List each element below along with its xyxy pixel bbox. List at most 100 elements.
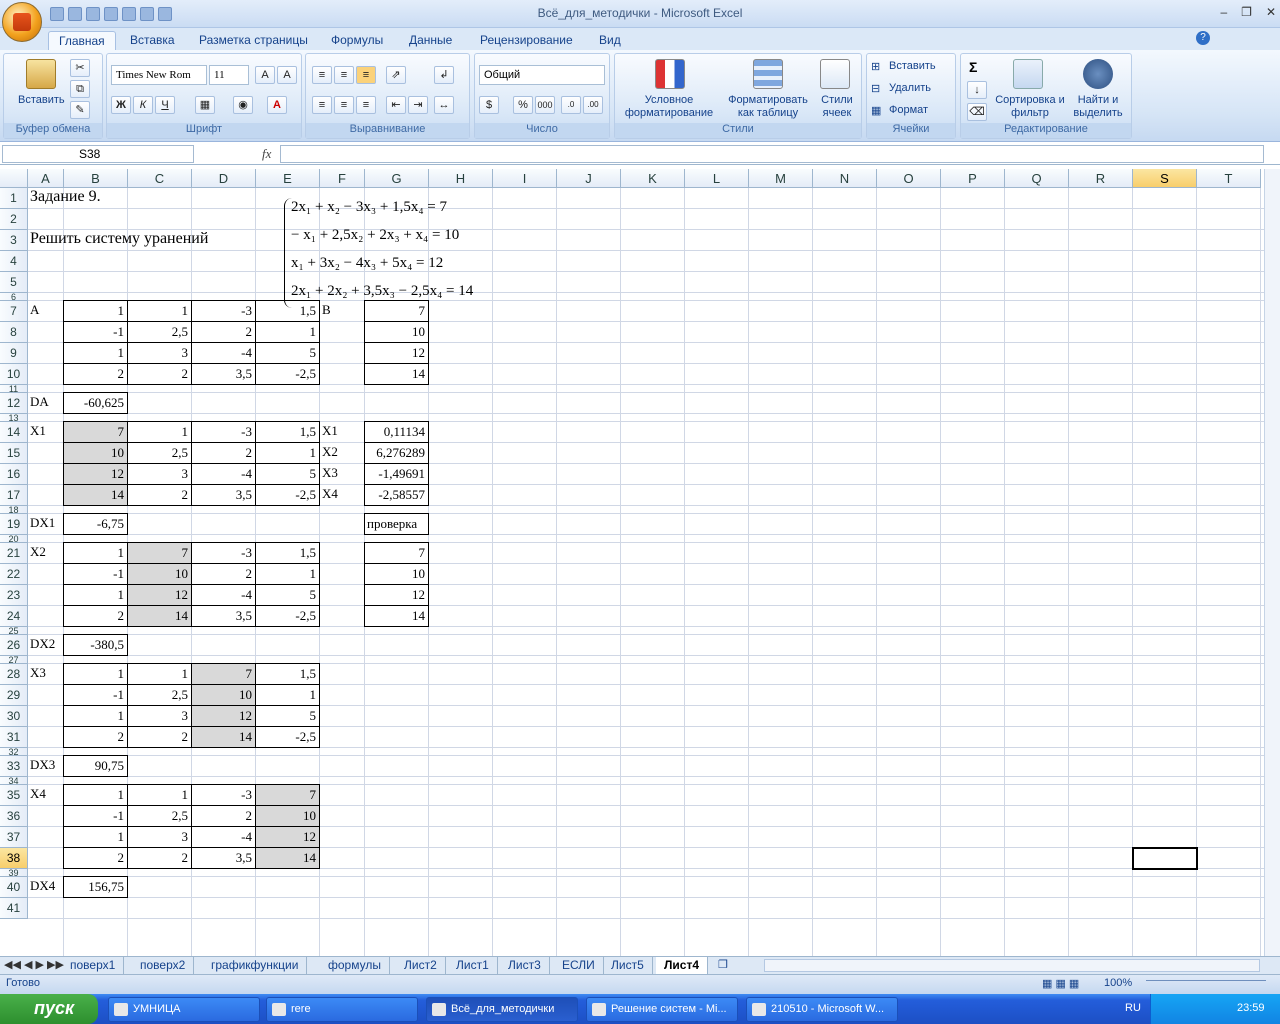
cell-e23[interactable]: 5	[255, 584, 320, 606]
bold-button[interactable]: Ж	[111, 96, 131, 114]
shrink-font-icon[interactable]: A	[277, 66, 297, 84]
cell-e16[interactable]: 5	[255, 463, 320, 485]
cell-b8[interactable]: -1	[63, 321, 128, 343]
cell-a7[interactable]: A	[27, 300, 64, 322]
percent-button[interactable]: %	[513, 96, 533, 114]
row-header-7[interactable]: 7	[0, 301, 28, 322]
insert-cells-button[interactable]: Вставить	[889, 60, 936, 72]
cell-e9[interactable]: 5	[255, 342, 320, 364]
column-header-p[interactable]: P	[941, 169, 1005, 188]
column-header-b[interactable]: B	[64, 169, 128, 188]
cell-b9[interactable]: 1	[63, 342, 128, 364]
cell-c35[interactable]: 1	[127, 784, 192, 806]
cell-b14[interactable]: 7	[63, 421, 128, 443]
cell-e15[interactable]: 1	[255, 442, 320, 464]
column-header-h[interactable]: H	[429, 169, 493, 188]
cell-b37[interactable]: 1	[63, 826, 128, 848]
cell-b24[interactable]: 2	[63, 605, 128, 627]
column-header-q[interactable]: Q	[1005, 169, 1069, 188]
align-middle-icon[interactable]: ≡	[334, 66, 354, 84]
cell-d37[interactable]: -4	[191, 826, 256, 848]
cell-g10[interactable]: 14	[364, 363, 429, 385]
cell-b23[interactable]: 1	[63, 584, 128, 606]
cell-c23[interactable]: 12	[127, 584, 192, 606]
column-header-c[interactable]: C	[128, 169, 192, 188]
cell-b26[interactable]: -380,5	[63, 634, 128, 656]
row-header-17[interactable]: 17	[0, 485, 28, 506]
sort-filter-icon[interactable]	[1013, 59, 1043, 89]
cell-d28[interactable]: 7	[191, 663, 256, 685]
cell-a26[interactable]: DX2	[27, 634, 64, 656]
cell-a40[interactable]: DX4	[27, 876, 64, 898]
align-right-icon[interactable]: ≡	[356, 96, 376, 114]
column-header-m[interactable]: M	[749, 169, 813, 188]
cell-e8[interactable]: 1	[255, 321, 320, 343]
row-header-3[interactable]: 3	[0, 230, 28, 251]
align-center-icon[interactable]: ≡	[334, 96, 354, 114]
row-header-8[interactable]: 8	[0, 322, 28, 343]
cell-d24[interactable]: 3,5	[191, 605, 256, 627]
cell-f14[interactable]: X1	[319, 421, 365, 443]
zoom-level[interactable]: 100%	[1104, 977, 1132, 989]
cell-c16[interactable]: 3	[127, 463, 192, 485]
language-indicator[interactable]: RU	[1125, 1002, 1141, 1014]
cell-c10[interactable]: 2	[127, 363, 192, 385]
cell-b28[interactable]: 1	[63, 663, 128, 685]
view-buttons[interactable]: ▦ ▦ ▦	[1042, 977, 1079, 990]
column-header-r[interactable]: R	[1069, 169, 1133, 188]
row-header-9[interactable]: 9	[0, 343, 28, 364]
thousands-button[interactable]: 000	[535, 96, 555, 114]
row-header-4[interactable]: 4	[0, 251, 28, 272]
sheet-tab-5[interactable]: Лист1	[448, 957, 498, 974]
borders-icon[interactable]: ▦	[195, 96, 215, 114]
row-header-16[interactable]: 16	[0, 464, 28, 485]
cell-d23[interactable]: -4	[191, 584, 256, 606]
number-format-combo[interactable]: Общий	[479, 65, 605, 85]
cell-c22[interactable]: 10	[127, 563, 192, 585]
cell-b21[interactable]: 1	[63, 542, 128, 564]
cell-b7[interactable]: 1	[63, 300, 128, 322]
cell-a1[interactable]: Задание 9.	[27, 187, 287, 209]
row-header-18[interactable]: 18	[0, 506, 28, 514]
cell-e30[interactable]: 5	[255, 705, 320, 727]
cell-b36[interactable]: -1	[63, 805, 128, 827]
minimize-icon[interactable]: –	[1220, 5, 1227, 19]
cell-d35[interactable]: -3	[191, 784, 256, 806]
close-icon[interactable]: ✕	[1266, 5, 1276, 19]
clear-icon[interactable]: ⌫	[967, 103, 987, 121]
zoom-slider[interactable]	[1146, 980, 1266, 989]
decrease-indent-icon[interactable]: ⇤	[386, 96, 406, 114]
cell-f17[interactable]: X4	[319, 484, 365, 506]
cell-a12[interactable]: DA	[27, 392, 64, 414]
cell-c17[interactable]: 2	[127, 484, 192, 506]
cell-f7[interactable]: B	[319, 300, 365, 322]
tab-data[interactable]: Данные	[399, 31, 462, 50]
find-select-button[interactable]: Найти и выделить	[1065, 94, 1131, 120]
row-header-20[interactable]: 20	[0, 535, 28, 543]
taskbar-item-4[interactable]: 210510 - Microsoft W...	[746, 997, 898, 1022]
row-header-29[interactable]: 29	[0, 685, 28, 706]
row-header-36[interactable]: 36	[0, 806, 28, 827]
grow-font-icon[interactable]: A	[255, 66, 275, 84]
cell-b19[interactable]: -6,75	[63, 513, 128, 535]
column-header-g[interactable]: G	[365, 169, 429, 188]
cell-e29[interactable]: 1	[255, 684, 320, 706]
copy-icon[interactable]: ⧉	[70, 80, 90, 98]
sheet-tab-0[interactable]: поверх1	[62, 957, 125, 974]
cell-c38[interactable]: 2	[127, 847, 192, 869]
cell-g22[interactable]: 10	[364, 563, 429, 585]
cell-e38[interactable]: 14	[255, 847, 320, 869]
cell-e17[interactable]: -2,5	[255, 484, 320, 506]
cell-e24[interactable]: -2,5	[255, 605, 320, 627]
cell-b12[interactable]: -60,625	[63, 392, 128, 414]
cell-c37[interactable]: 3	[127, 826, 192, 848]
cell-d36[interactable]: 2	[191, 805, 256, 827]
font-name-combo[interactable]: Times New Rom	[111, 65, 207, 85]
cell-g9[interactable]: 12	[364, 342, 429, 364]
row-header-31[interactable]: 31	[0, 727, 28, 748]
cell-e31[interactable]: -2,5	[255, 726, 320, 748]
row-header-2[interactable]: 2	[0, 209, 28, 230]
cell-b17[interactable]: 14	[63, 484, 128, 506]
vertical-scrollbar[interactable]	[1264, 169, 1280, 956]
cell-d29[interactable]: 10	[191, 684, 256, 706]
